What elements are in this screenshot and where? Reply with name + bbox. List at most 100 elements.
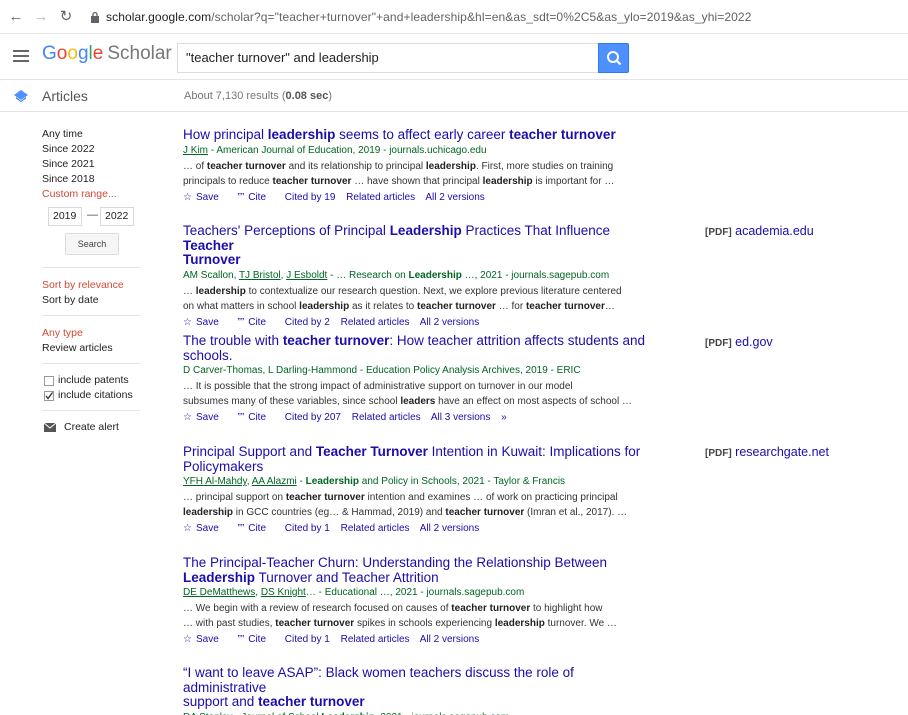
save-button[interactable]: ☆ Save	[183, 634, 227, 645]
filter-any-time[interactable]: Any time	[42, 128, 83, 140]
star-icon: ☆	[183, 634, 192, 645]
save-label: Save	[195, 634, 219, 645]
pdf-link[interactable]: [PDF] academia.edu	[705, 224, 814, 238]
cited-by-link[interactable]: Cited by 2	[285, 317, 330, 328]
result-snippet: … of teacher turnover and its relationsh…	[183, 160, 615, 187]
year-to-input[interactable]: 2022	[100, 207, 134, 226]
result-actions: ☆ Save ”” Cite Cited by 2 Related articles…	[183, 316, 653, 330]
related-articles-link[interactable]: Related articles	[341, 317, 410, 328]
reload-icon[interactable]: ↻	[58, 9, 74, 25]
result-meta: D Carver-Thomas, L Darling-Hammond - Edu…	[183, 365, 581, 376]
search-button[interactable]	[598, 43, 629, 73]
results-prefix: About 7,130 results (	[184, 90, 286, 102]
related-articles-link[interactable]: Related articles	[346, 192, 415, 203]
sort-by-relevance[interactable]: Sort by relevance	[42, 279, 124, 291]
save-button[interactable]: ☆ Save	[183, 317, 227, 328]
filter-since-2021[interactable]: Since 2021	[42, 158, 95, 170]
cite-label: Cite	[248, 191, 267, 203]
results-suffix: )	[328, 90, 333, 102]
address-bar[interactable]: scholar.google.com/scholar?q="teacher+tu…	[106, 10, 751, 24]
cite-label: Cite	[248, 523, 267, 534]
filter-custom-range[interactable]: Custom range...	[42, 188, 117, 200]
filter-since-2018[interactable]: Since 2018	[42, 173, 95, 185]
result-title[interactable]: Principal Support and Teacher Turnover I…	[183, 444, 653, 474]
range-search-button[interactable]: Search	[65, 233, 119, 255]
result-actions: ☆ Save ”” Cite Cited by 207 Related articl…	[183, 411, 653, 425]
results-time: 0.08 sec	[285, 90, 329, 102]
cite-button[interactable]: ”” Cite	[238, 412, 274, 423]
result-item: The Principal-Teacher Churn: Understandi…	[183, 555, 653, 647]
save-label: Save	[195, 523, 219, 534]
year-from-input[interactable]: 2019	[48, 207, 82, 226]
versions-link[interactable]: All 3 versions	[431, 412, 490, 423]
include-citations-checkbox[interactable]	[44, 391, 54, 401]
result-meta: YFH Al-Mahdy, AA Alazmi - Leadership and…	[183, 476, 566, 487]
include-citations-label[interactable]: include citations	[58, 389, 133, 401]
cited-by-link[interactable]: Cited by 1	[285, 634, 330, 645]
section-label: Articles	[42, 88, 88, 104]
sidebar-divider	[42, 363, 140, 364]
search-input[interactable]: "teacher turnover" and leadership	[177, 43, 599, 73]
result-snippet: … leadership to contextualize our resear…	[183, 285, 622, 312]
result-title[interactable]: “I want to leave ASAP”: Black women teac…	[183, 665, 653, 710]
result-title[interactable]: The Principal-Teacher Churn: Understandi…	[183, 555, 653, 585]
related-articles-link[interactable]: Related articles	[341, 523, 410, 534]
cite-label: Cite	[248, 412, 267, 423]
cited-by-link[interactable]: Cited by 1	[285, 523, 330, 534]
result-title[interactable]: Teachers' Perceptions of Principal Leade…	[183, 223, 653, 268]
cite-label: Cite	[248, 634, 267, 645]
result-meta: J Kim - American Journal of Education, 2…	[183, 144, 487, 156]
forward-arrow-icon[interactable]: →	[33, 9, 49, 25]
logo-letter: g	[77, 43, 89, 64]
cite-button[interactable]: ”” Cite	[238, 523, 274, 534]
result-meta: DA Stanley - Journal of School Leadershi…	[183, 711, 653, 715]
include-patents-checkbox[interactable]	[44, 376, 54, 386]
more-chevron-icon[interactable]: »	[501, 412, 507, 423]
sidebar-divider	[42, 267, 140, 268]
quote-icon: ””	[237, 316, 245, 328]
cited-by-link[interactable]: Cited by 19	[285, 192, 336, 203]
save-label: Save	[195, 191, 219, 203]
cite-button[interactable]: ”” Cite	[238, 634, 274, 645]
include-patents-label[interactable]: include patents	[58, 374, 129, 386]
sort-by-date[interactable]: Sort by date	[42, 294, 99, 306]
create-alert-link[interactable]: Create alert	[64, 421, 119, 433]
cited-by-link[interactable]: Cited by 207	[285, 412, 341, 423]
subheader: Articles About 7,130 results (0.08 sec)	[0, 80, 908, 112]
filter-since-2022[interactable]: Since 2022	[42, 143, 95, 155]
back-arrow-icon[interactable]: ←	[8, 9, 24, 25]
menu-icon[interactable]	[13, 50, 29, 62]
pdf-link[interactable]: [PDF] researchgate.net	[705, 445, 829, 459]
logo-suffix: Scholar	[107, 43, 172, 64]
google-scholar-logo[interactable]: Google Scholar	[42, 43, 172, 65]
cite-button[interactable]: ”” Cite	[238, 317, 274, 328]
versions-link[interactable]: All 2 versions	[420, 317, 479, 328]
result-title[interactable]: The trouble with teacher turnover: How t…	[183, 333, 653, 363]
versions-link[interactable]: All 2 versions	[420, 634, 479, 645]
filter-any-type[interactable]: Any type	[42, 327, 83, 339]
cite-button[interactable]: ”” Cite	[238, 192, 274, 203]
result-item: The trouble with teacher turnover: How t…	[183, 333, 653, 425]
result-meta: DE DeMatthews, DS Knight… - Educational …	[183, 587, 525, 598]
filter-review-articles[interactable]: Review articles	[42, 342, 113, 354]
pdf-link[interactable]: [PDF] ed.gov	[705, 335, 773, 349]
lock-icon	[91, 11, 99, 23]
related-articles-link[interactable]: Related articles	[341, 634, 410, 645]
logo-letter: o	[67, 43, 78, 64]
versions-link[interactable]: All 2 versions	[420, 523, 479, 534]
result-actions: ☆ Save ”” Cite Cited by 1 Related articles…	[183, 522, 653, 536]
related-articles-link[interactable]: Related articles	[352, 412, 421, 423]
result-title[interactable]: How principal leadership seems to affect…	[183, 127, 653, 143]
result-item: “I want to leave ASAP”: Black women teac…	[183, 665, 653, 715]
result-item: Teachers' Perceptions of Principal Leade…	[183, 223, 653, 330]
quote-icon: ””	[237, 191, 245, 203]
logo-letter: G	[42, 43, 57, 64]
save-button[interactable]: ☆ Save	[183, 192, 227, 203]
star-icon: ☆	[183, 191, 192, 203]
save-button[interactable]: ☆ Save	[183, 523, 227, 534]
save-button[interactable]: ☆ Save	[183, 412, 227, 423]
pdf-tag: [PDF]	[705, 227, 732, 238]
logo-letter: o	[56, 43, 68, 64]
versions-link[interactable]: All 2 versions	[425, 192, 484, 203]
result-snippet: … principal support on teacher turnover …	[183, 492, 628, 518]
